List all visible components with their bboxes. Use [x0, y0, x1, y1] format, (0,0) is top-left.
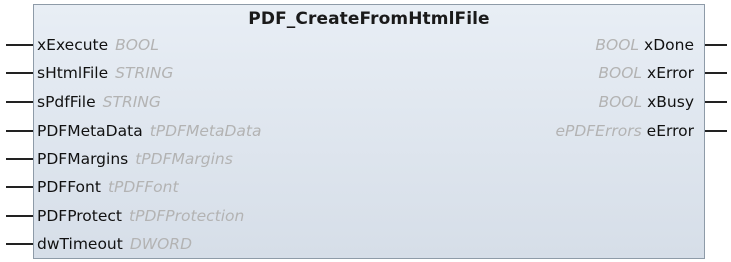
input-pin-dwtimeout: dwTimeout DWORD: [37, 232, 192, 256]
input-pin-type: STRING: [115, 64, 174, 82]
input-pin-spdffile: sPdfFile STRING: [37, 90, 161, 114]
output-pin-line-xdone: [705, 44, 727, 46]
output-pin-type: BOOL: [598, 64, 643, 82]
input-pin-name: PDFMargins: [37, 150, 129, 168]
output-pin-line-xbusy: [705, 101, 727, 103]
input-pin-line-shtmlfile: [6, 72, 33, 74]
output-pin-line-eerror: [705, 130, 727, 132]
input-pin-name: xExecute: [37, 36, 109, 54]
input-pin-line-dwtimeout: [6, 243, 33, 245]
function-block-diagram: PDF_CreateFromHtmlFile xExecute BOOL sHtm…: [0, 0, 731, 262]
input-pin-shtmlfile: sHtmlFile STRING: [37, 61, 173, 85]
input-pin-type: tPDFProtection: [129, 207, 245, 225]
output-pin-type: BOOL: [598, 93, 643, 111]
output-pin-name: xDone: [644, 36, 694, 54]
input-pin-line-xexecute: [6, 44, 33, 46]
input-pin-name: dwTimeout: [37, 235, 123, 253]
input-pin-name: sPdfFile: [37, 93, 96, 111]
output-pin-type: BOOL: [595, 36, 640, 54]
output-pin-name: xBusy: [647, 93, 694, 111]
output-pin-xerror: BOOL xError: [598, 61, 694, 85]
input-pin-pdfmargins: PDFMargins tPDFMargins: [37, 147, 233, 171]
output-pin-name: eError: [646, 122, 694, 140]
input-pin-xexecute: xExecute BOOL: [37, 33, 159, 57]
output-pin-xbusy: BOOL xBusy: [598, 90, 694, 114]
input-pin-type: BOOL: [115, 36, 159, 54]
input-pin-line-spdffile: [6, 101, 33, 103]
input-pin-name: sHtmlFile: [37, 64, 109, 82]
input-pin-type: DWORD: [129, 235, 193, 253]
input-pin-type: tPDFFont: [107, 178, 179, 196]
input-pin-line-pdfmargins: [6, 158, 33, 160]
input-pin-type: STRING: [102, 93, 161, 111]
output-pin-xdone: BOOL xDone: [595, 33, 694, 57]
input-pin-line-pdfprotect: [6, 215, 33, 217]
output-pin-line-xerror: [705, 72, 727, 74]
input-pin-pdfprotect: PDFProtect tPDFProtection: [37, 204, 244, 228]
input-pin-name: PDFProtect: [37, 207, 123, 225]
function-block-title: PDF_CreateFromHtmlFile: [248, 9, 490, 29]
output-pin-name: xError: [647, 64, 694, 82]
input-pin-pdfmetadata: PDFMetaData tPDFMetaData: [37, 119, 261, 143]
input-pin-type: tPDFMargins: [135, 150, 233, 168]
input-pin-type: tPDFMetaData: [149, 122, 262, 140]
input-pin-name: PDFMetaData: [37, 122, 143, 140]
output-pin-type: ePDFErrors: [555, 122, 642, 140]
input-pin-line-pdfmetadata: [6, 130, 33, 132]
output-pin-eerror: ePDFErrors eError: [555, 119, 694, 143]
input-pin-name: PDFFont: [37, 178, 101, 196]
input-pin-line-pdffont: [6, 186, 33, 188]
input-pin-pdffont: PDFFont tPDFFont: [37, 175, 179, 199]
